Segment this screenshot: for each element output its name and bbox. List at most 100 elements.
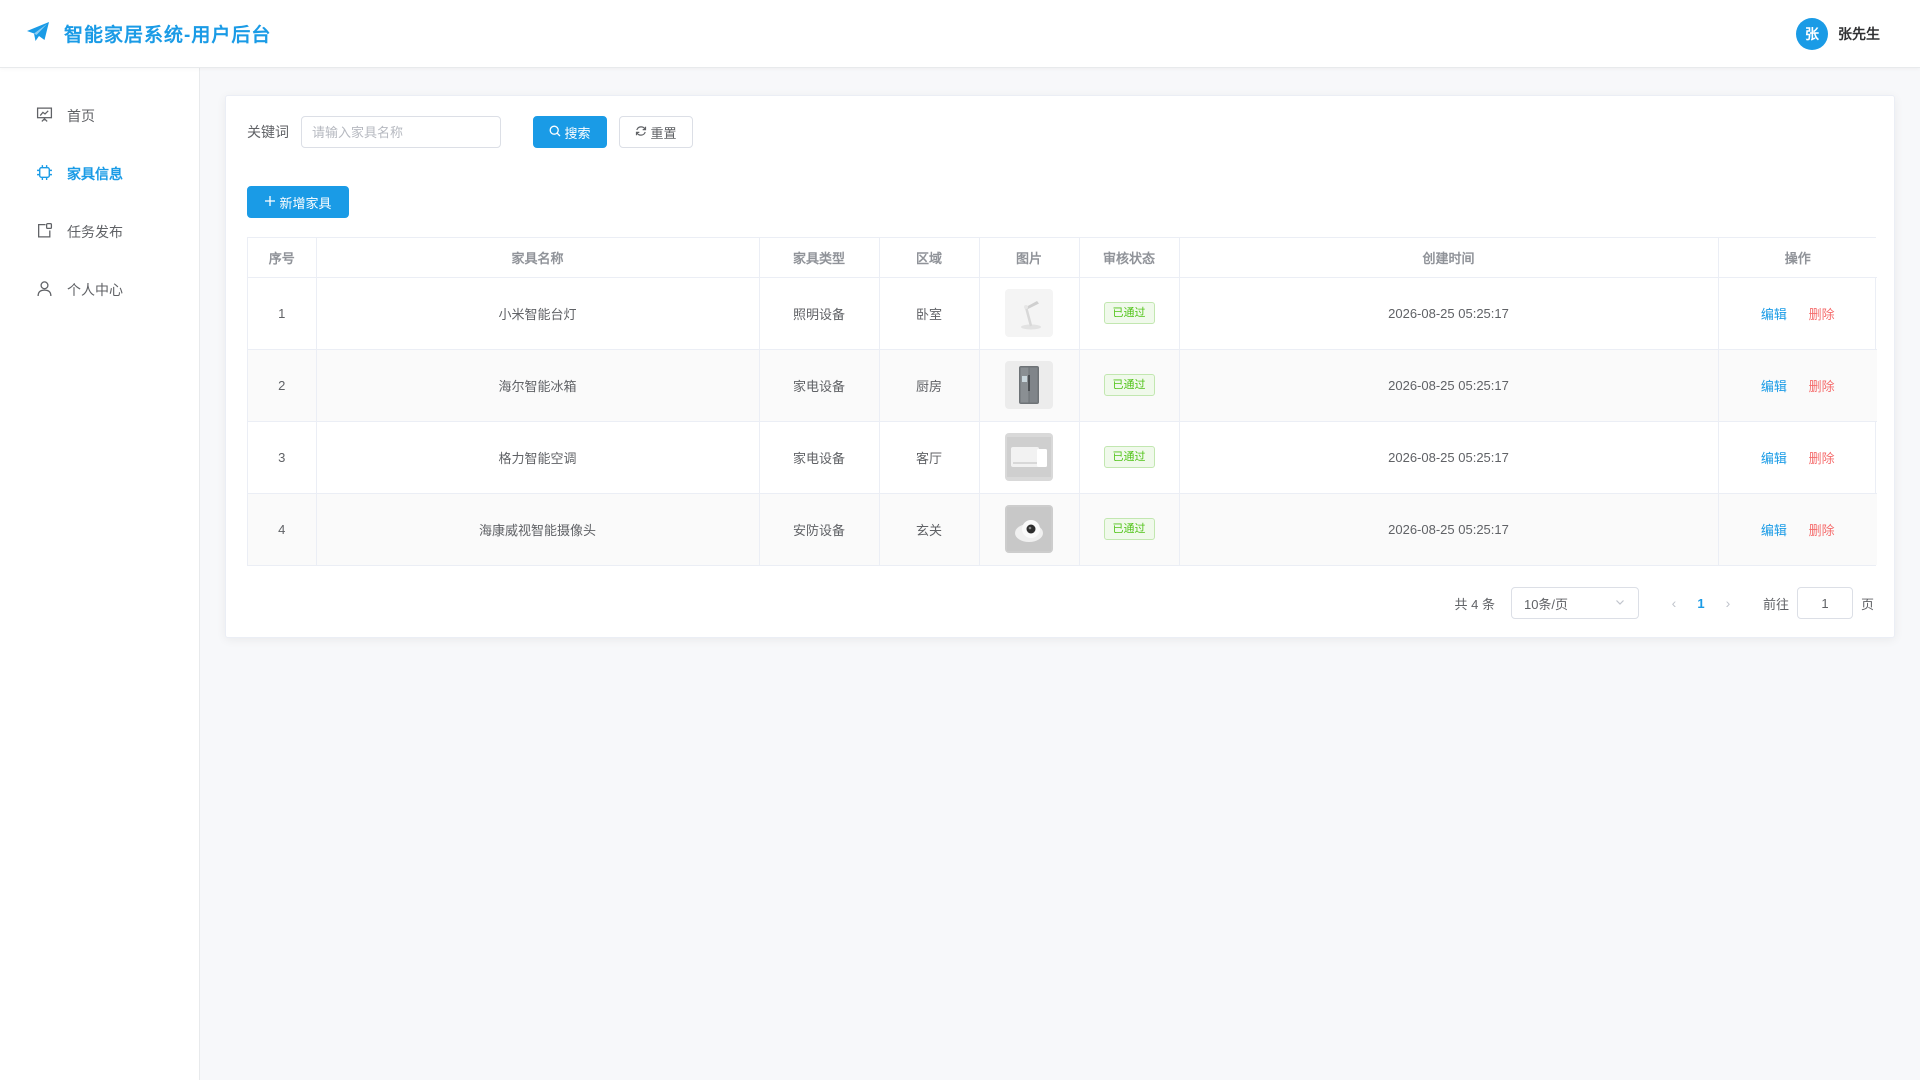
page-size-value: 10条/页 [1523,596,1569,612]
cell-image [979,493,1080,565]
sidebar: 首页 家具信息 任务发布 个人中心 [0,68,200,1080]
cell-name: 格力智能空调 [316,421,760,494]
user-name[interactable]: 张先生 [1838,24,1880,44]
cell-type: 安防设备 [759,493,880,565]
cell-index: 4 [248,493,317,565]
cell-status: 已通过 [1079,493,1180,565]
cell-type: 家电设备 [759,349,880,422]
air-conditioner-image[interactable] [1005,433,1053,481]
cpu-chip-icon [36,164,53,184]
column-header: 家具类型 [759,238,880,278]
delete-link[interactable]: 删除 [1809,307,1835,322]
app-title: 智能家居系统-用户后台 [64,25,272,46]
search-label: 关键词 [247,124,289,140]
delete-link[interactable]: 删除 [1809,523,1835,538]
column-header: 审核状态 [1079,238,1180,278]
cell-created: 2026-08-25 05:25:17 [1179,349,1719,422]
cell-status: 已通过 [1079,349,1180,422]
refresh-icon [635,125,647,140]
search-button[interactable]: 搜索 [533,116,607,148]
cell-status: 已通过 [1079,421,1180,494]
cell-index: 2 [248,349,317,422]
column-header: 创建时间 [1179,238,1719,278]
refrigerator-image[interactable] [1005,361,1053,409]
task-publish-icon [36,222,53,242]
sidebar-item-label: 首页 [67,108,95,124]
cell-image [979,277,1080,350]
cell-created: 2026-08-25 05:25:17 [1179,277,1719,350]
cell-type: 照明设备 [759,277,880,350]
column-header: 图片 [979,238,1080,278]
presentation-board-icon [36,106,53,126]
cell-area: 客厅 [879,421,980,494]
sidebar-item-furniture-info[interactable]: 家具信息 [0,145,199,203]
cell-name: 海尔智能冰箱 [316,349,760,422]
reset-button[interactable]: 重置 [619,116,693,148]
column-header: 操作 [1718,238,1877,278]
next-page-icon[interactable]: › [1717,595,1739,611]
cell-name: 海康威视智能摄像头 [316,493,760,565]
cell-actions: 编辑 删除 [1718,277,1877,350]
column-header: 区域 [879,238,980,278]
chevron-down-icon [1614,596,1626,611]
sidebar-item-label: 家具信息 [67,166,123,182]
desk-lamp-image[interactable] [1005,289,1053,337]
cell-actions: 编辑 删除 [1718,421,1877,494]
cell-created: 2026-08-25 05:25:17 [1179,421,1719,494]
cell-actions: 编辑 删除 [1718,493,1877,565]
top-header: 智能家居系统-用户后台 张 张先生 [0,0,1920,68]
table-row: 3 格力智能空调 家电设备 客厅 已通过 2026-08-25 05:25:17… [248,421,1877,494]
cell-area: 厨房 [879,349,980,422]
sidebar-item-label: 个人中心 [67,282,123,298]
reset-button-label: 重置 [650,125,677,141]
search-icon [549,125,561,140]
add-furniture-button[interactable]: 新增家具 [247,186,349,218]
cell-image [979,349,1080,422]
status-badge: 已通过 [1103,518,1155,541]
sidebar-item-home[interactable]: 首页 [0,87,199,145]
search-button-label: 搜索 [564,125,591,141]
paper-plane-icon [26,21,50,46]
pagination-total: 共 4 条 [1454,596,1495,612]
cell-status: 已通过 [1079,277,1180,350]
prev-page-icon[interactable]: ‹ [1663,595,1685,611]
sidebar-item-task-publish[interactable]: 任务发布 [0,203,199,261]
goto-label: 前往 [1762,596,1789,612]
cell-index: 1 [248,277,317,350]
security-camera-image[interactable] [1005,505,1053,554]
cell-image [979,421,1080,494]
edit-link[interactable]: 编辑 [1761,451,1787,466]
edit-link[interactable]: 编辑 [1761,523,1787,538]
sidebar-item-profile[interactable]: 个人中心 [0,261,199,319]
goto-page-input[interactable] [1796,587,1853,619]
cell-area: 玄关 [879,493,980,565]
table-row: 2 海尔智能冰箱 家电设备 厨房 已通过 2026-08-25 05:25:17… [248,349,1877,422]
content-card: 关键词 搜索 重置 新增家具 [225,95,1895,638]
add-button-label: 新增家具 [279,195,332,211]
search-bar: 关键词 搜索 重置 [247,116,693,148]
search-input[interactable] [301,116,501,148]
table-header-row: 序号 家具名称 家具类型 区域 图片 审核状态 创建时间 操作 [248,238,1877,278]
column-header: 家具名称 [316,238,760,278]
user-menu[interactable]: 张 张先生 [1796,17,1880,50]
page-size-select[interactable]: 10条/页 [1510,587,1639,619]
table-row: 4 海康威视智能摄像头 安防设备 玄关 已通过 2026-08-25 05:25… [248,493,1877,565]
status-badge: 已通过 [1103,446,1155,468]
pagination-goto: 前往 页 [1763,587,1874,619]
cell-created: 2026-08-25 05:25:17 [1179,493,1719,565]
sidebar-item-label: 任务发布 [67,224,123,240]
plus-icon [264,195,276,210]
column-header: 序号 [248,238,317,278]
status-badge: 已通过 [1103,302,1155,324]
cell-actions: 编辑 删除 [1718,349,1877,422]
avatar[interactable]: 张 [1796,17,1828,50]
cell-index: 3 [248,421,317,494]
edit-link[interactable]: 编辑 [1761,307,1787,322]
user-icon [36,280,53,300]
delete-link[interactable]: 删除 [1809,451,1835,466]
edit-link[interactable]: 编辑 [1761,379,1787,394]
page-number[interactable]: 1 [1685,596,1717,611]
cell-type: 家电设备 [759,421,880,494]
furniture-table: 序号 家具名称 家具类型 区域 图片 审核状态 创建时间 操作 1 小米智能台灯… [247,237,1877,566]
delete-link[interactable]: 删除 [1809,379,1835,394]
